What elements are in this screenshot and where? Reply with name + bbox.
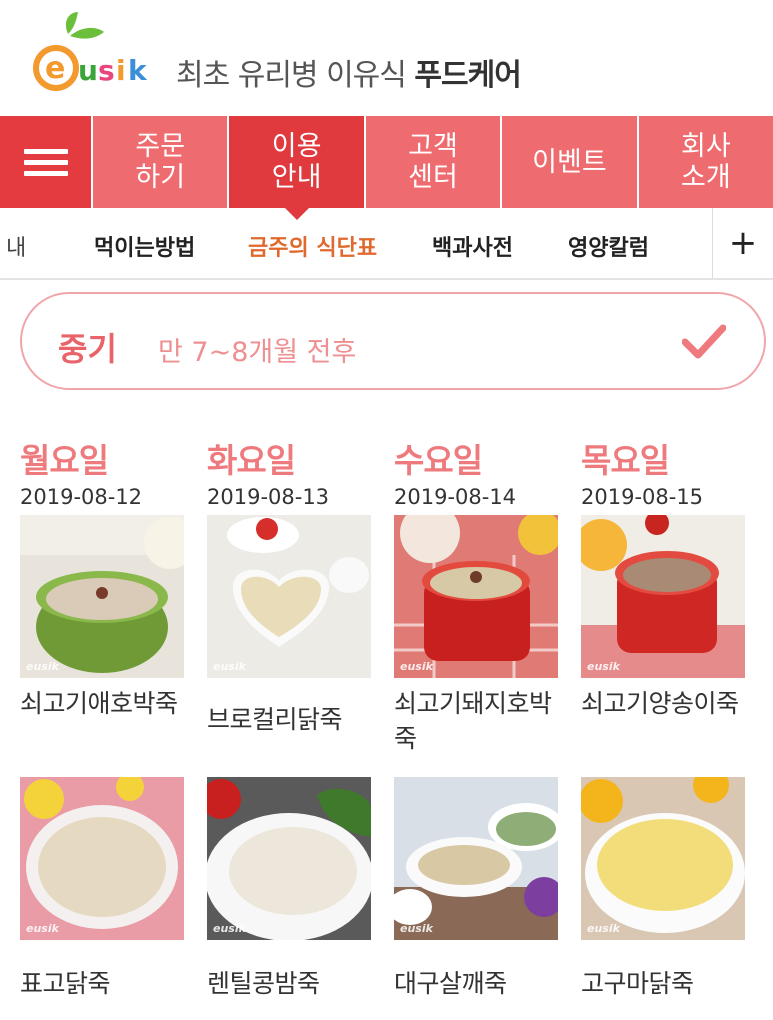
food-photo[interactable]: eusik	[20, 515, 184, 678]
eusik-logo[interactable]: e u s i k	[30, 6, 162, 94]
site-header: e u s i k 최초 유리병 이유식 푸드케어	[0, 0, 773, 116]
menu-item-name: 대구살깨죽	[394, 969, 507, 998]
main-nav: 주문 하기 이용 안내 고객 센터 이벤트 회사 소개	[0, 116, 773, 220]
watermark: eusik	[213, 660, 246, 673]
subnav-item-how-to-feed[interactable]: 먹이는방법	[94, 230, 195, 262]
stage-selector[interactable]: 중기 만 7~8개월 전후	[20, 292, 766, 390]
tagline-bold: 푸드케어	[414, 58, 521, 93]
svg-text:s: s	[98, 54, 115, 87]
nav-guide[interactable]: 이용 안내	[229, 116, 366, 220]
nav-company[interactable]: 회사 소개	[638, 116, 773, 208]
tagline-plain: 최초 유리병 이유식	[176, 58, 415, 93]
day-date: 2019-08-12	[20, 485, 143, 509]
menu-item-name: 고구마닭죽	[581, 969, 694, 998]
menu-item[interactable]: eusik 렌틸콩밤죽	[207, 777, 371, 1001]
day-column-wed: 수요일 2019-08-14	[394, 440, 562, 512]
watermark: eusik	[587, 660, 620, 673]
subnav-item-weekly-menu[interactable]: 금주의 식단표	[248, 230, 377, 262]
day-column-tue: 화요일 2019-08-13	[207, 440, 375, 512]
day-date: 2019-08-14	[394, 485, 517, 509]
watermark: eusik	[400, 660, 433, 673]
menu-item-name: 표고닭죽	[20, 969, 111, 998]
day-column-thu: 목요일 2019-08-15	[581, 440, 749, 512]
svg-text:u: u	[78, 54, 98, 87]
sub-nav: 내 먹이는방법 금주의 식단표 백과사전 영양칼럼 +	[0, 208, 773, 280]
menu-item-name: 쇠고기돼지호박죽	[394, 689, 552, 753]
menu-item-name: 렌틸콩밤죽	[207, 969, 320, 998]
svg-text:e: e	[45, 51, 65, 86]
nav-event[interactable]: 이벤트	[502, 116, 639, 208]
menu-item[interactable]: eusik 고구마닭죽	[581, 777, 745, 1001]
stage-name: 중기	[58, 330, 117, 368]
watermark: eusik	[587, 922, 620, 935]
subnav-item-partial[interactable]: 내	[6, 230, 26, 262]
menu-icon[interactable]	[0, 116, 93, 208]
svg-text:k: k	[128, 54, 148, 87]
food-photo[interactable]: eusik	[394, 515, 558, 678]
food-photo[interactable]: eusik	[581, 515, 745, 678]
day-name: 수요일	[394, 441, 483, 480]
watermark: eusik	[26, 660, 59, 673]
food-photo[interactable]: eusik	[207, 777, 371, 940]
nav-customer-center[interactable]: 고객 센터	[365, 116, 503, 208]
subnav-item-nutrition-column[interactable]: 영양칼럼	[568, 230, 649, 262]
svg-text:i: i	[116, 54, 126, 87]
menu-item[interactable]: eusik 쇠고기애호박죽	[20, 515, 184, 721]
menu-item-name: 브로컬리닭죽	[207, 705, 343, 734]
menu-item[interactable]: eusik 쇠고기양송이죽	[581, 515, 745, 721]
day-column-mon: 월요일 2019-08-12	[20, 440, 188, 512]
food-photo[interactable]: eusik	[207, 515, 371, 678]
menu-item[interactable]: eusik 쇠고기돼지호박죽	[394, 515, 558, 756]
menu-item[interactable]: eusik 브로컬리닭죽	[207, 515, 371, 737]
day-date: 2019-08-15	[581, 485, 704, 509]
day-name: 화요일	[207, 441, 296, 480]
stage-description: 만 7~8개월 전후	[158, 337, 357, 368]
day-name: 월요일	[20, 441, 109, 480]
menu-item-name: 쇠고기애호박죽	[20, 689, 178, 718]
watermark: eusik	[400, 922, 433, 935]
menu-item-name: 쇠고기양송이죽	[581, 689, 739, 718]
menu-item[interactable]: eusik 표고닭죽	[20, 777, 184, 1001]
watermark: eusik	[213, 922, 246, 935]
watermark: eusik	[26, 922, 59, 935]
food-photo[interactable]: eusik	[581, 777, 745, 940]
plus-icon[interactable]: +	[712, 208, 773, 278]
subnav-item-encyclopedia[interactable]: 백과사전	[432, 230, 513, 262]
day-date: 2019-08-13	[207, 485, 330, 509]
menu-item[interactable]: eusik 대구살깨죽	[394, 777, 558, 1001]
food-photo[interactable]: eusik	[20, 777, 184, 940]
day-name: 목요일	[581, 441, 670, 480]
tagline: 최초 유리병 이유식 푸드케어	[176, 50, 522, 94]
food-photo[interactable]: eusik	[394, 777, 558, 940]
nav-order[interactable]: 주문 하기	[93, 116, 230, 208]
check-icon	[682, 324, 726, 359]
